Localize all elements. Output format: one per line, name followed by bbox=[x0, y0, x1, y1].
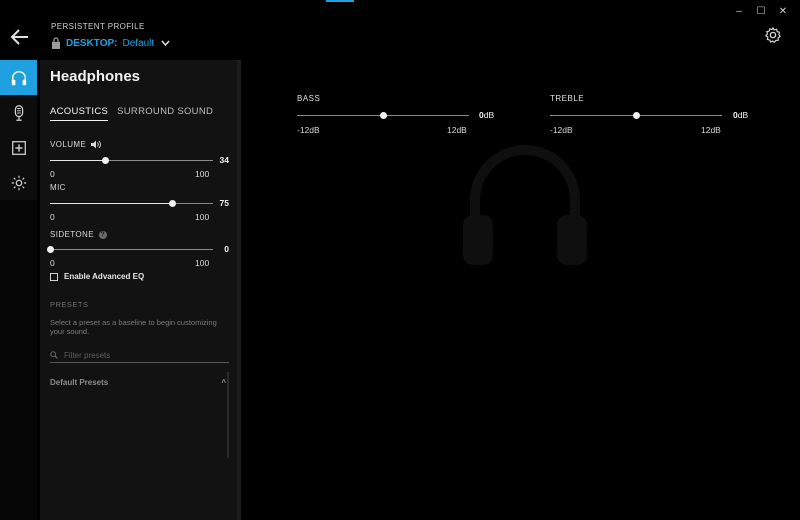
mic-fill bbox=[50, 203, 173, 204]
filter-presets-field[interactable] bbox=[50, 348, 229, 363]
window-controls: – ☐ ✕ bbox=[728, 4, 794, 18]
sidetone-max: 100 bbox=[195, 258, 210, 268]
rail-item-microphone[interactable] bbox=[0, 95, 37, 130]
sidetone-slider[interactable] bbox=[47, 246, 213, 253]
volume-label-text: VOLUME bbox=[50, 140, 87, 149]
mic-min: 0 bbox=[50, 212, 55, 222]
mic-thumb[interactable] bbox=[169, 200, 177, 207]
volume-min: 0 bbox=[50, 169, 55, 179]
treble-thumb[interactable] bbox=[633, 112, 640, 119]
advanced-eq-label: Enable Advanced EQ bbox=[64, 272, 145, 281]
sidetone-label: SIDETONE ? bbox=[50, 230, 107, 239]
tab-surround-sound[interactable]: SURROUND SOUND bbox=[117, 106, 213, 121]
headphones-icon bbox=[11, 70, 26, 85]
settings-panel: Headphones ACOUSTICS SURROUND SOUND VOLU… bbox=[40, 60, 237, 520]
volume-slider[interactable] bbox=[50, 157, 213, 164]
panel-divider bbox=[237, 60, 241, 520]
advanced-eq-row[interactable]: Enable Advanced EQ bbox=[50, 272, 144, 281]
bass-label: BASS bbox=[297, 94, 321, 103]
sidetone-label-text: SIDETONE bbox=[50, 230, 94, 239]
close-button[interactable]: ✕ bbox=[772, 4, 794, 18]
sidetone-value: 0 bbox=[224, 244, 229, 254]
rail-background bbox=[0, 200, 37, 520]
bass-value-unit: dB bbox=[483, 110, 495, 120]
volume-fill bbox=[50, 160, 106, 161]
volume-max: 100 bbox=[195, 169, 210, 179]
sidetone-thumb[interactable] bbox=[47, 246, 54, 253]
profile-label: PERSISTENT PROFILE bbox=[51, 22, 145, 31]
chevron-up-icon[interactable]: ^ bbox=[221, 378, 226, 387]
lock-icon bbox=[52, 37, 60, 49]
presets-description: Select a preset as a baseline to begin c… bbox=[50, 318, 217, 336]
treble-value-unit: dB bbox=[737, 110, 749, 120]
presets-heading: PRESETS bbox=[50, 300, 89, 309]
sidetone-min: 0 bbox=[50, 258, 55, 268]
panel-tabs: ACOUSTICS SURROUND SOUND bbox=[50, 106, 213, 121]
default-presets-header[interactable]: Default Presets ^ bbox=[50, 378, 226, 387]
mic-max: 100 bbox=[195, 212, 210, 222]
maximize-button[interactable]: ☐ bbox=[750, 4, 772, 18]
mic-slider[interactable] bbox=[50, 200, 213, 207]
treble-min: -12dB bbox=[550, 125, 573, 135]
tab-acoustics[interactable]: ACOUSTICS bbox=[50, 106, 109, 121]
presets-scrollbar[interactable] bbox=[227, 372, 229, 458]
mic-label: MIC bbox=[50, 183, 66, 192]
rail-item-add[interactable] bbox=[0, 130, 37, 165]
profile-name: Default bbox=[122, 37, 155, 49]
help-icon[interactable]: ? bbox=[98, 230, 107, 239]
speaker-icon bbox=[91, 140, 102, 149]
treble-slider[interactable] bbox=[550, 112, 722, 119]
bass-min: -12dB bbox=[297, 125, 320, 135]
profile-selector[interactable]: DESKTOP: Default bbox=[51, 37, 170, 49]
bass-thumb[interactable] bbox=[380, 112, 387, 119]
panel-title: Headphones bbox=[50, 68, 141, 85]
mic-value: 75 bbox=[219, 198, 229, 208]
rail-item-headphones[interactable] bbox=[0, 60, 37, 95]
treble-value: 0dB bbox=[733, 110, 748, 120]
gear-icon[interactable] bbox=[764, 26, 782, 44]
bass-max: 12dB bbox=[447, 125, 467, 135]
treble-label: TREBLE bbox=[550, 94, 585, 103]
profile-device: DESKTOP: bbox=[66, 37, 118, 49]
lighting-icon bbox=[11, 175, 26, 190]
minimize-button[interactable]: – bbox=[728, 4, 750, 18]
back-arrow-icon[interactable] bbox=[8, 26, 32, 48]
volume-label: VOLUME bbox=[50, 140, 102, 149]
headphones-background-graphic bbox=[463, 145, 587, 265]
bass-slider[interactable] bbox=[297, 112, 469, 119]
treble-max: 12dB bbox=[701, 125, 721, 135]
icon-rail bbox=[0, 60, 37, 200]
microphone-icon bbox=[14, 104, 23, 121]
default-presets-label: Default Presets bbox=[50, 378, 109, 387]
filter-presets-input[interactable] bbox=[64, 350, 214, 360]
titlebar-accent bbox=[326, 0, 354, 2]
bass-value: 0dB bbox=[479, 110, 494, 120]
add-icon bbox=[11, 140, 26, 155]
volume-value: 34 bbox=[219, 155, 229, 165]
volume-thumb[interactable] bbox=[102, 157, 110, 164]
search-icon bbox=[50, 351, 58, 359]
rail-item-lighting[interactable] bbox=[0, 165, 37, 200]
advanced-eq-checkbox[interactable] bbox=[50, 272, 58, 281]
chevron-down-icon[interactable] bbox=[161, 39, 170, 47]
